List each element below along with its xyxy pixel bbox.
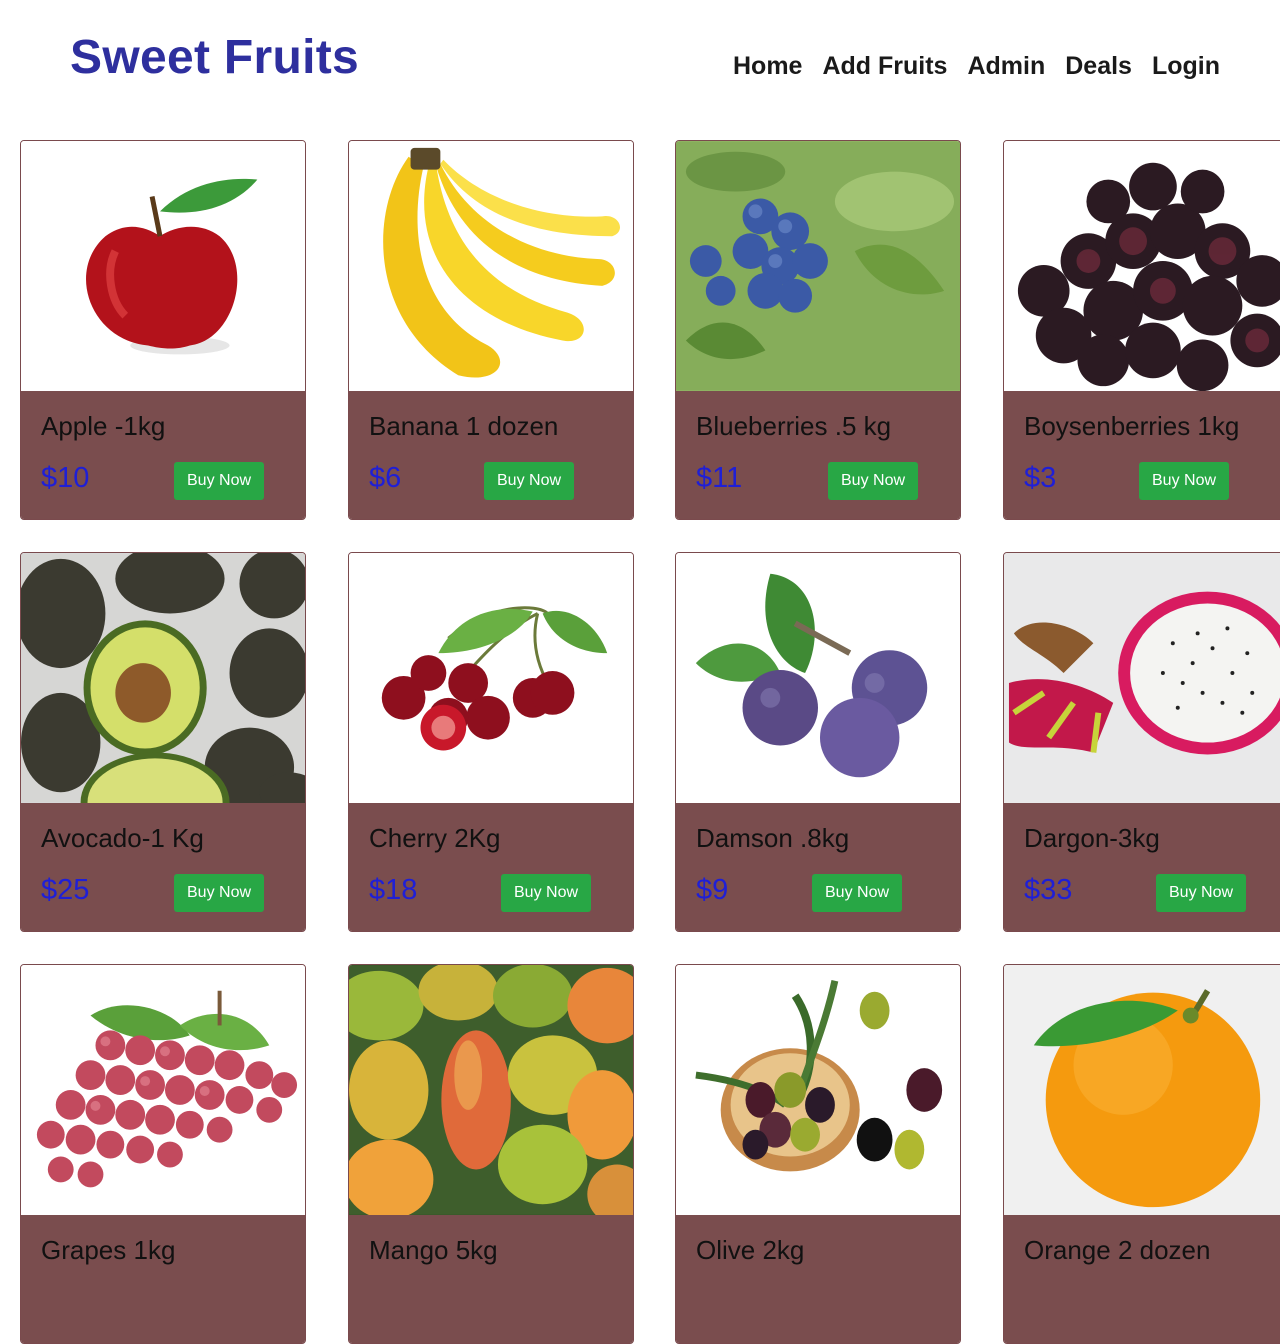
mango-image: [349, 965, 633, 1215]
damson-image: [676, 553, 960, 803]
product-card-mango: Mango 5kg: [348, 964, 634, 1344]
buy-now-button[interactable]: Buy Now: [828, 462, 919, 500]
buy-now-button[interactable]: Buy Now: [501, 874, 592, 912]
card-info: Blueberries .5 kg $11 Buy Now: [676, 391, 960, 519]
buy-now-button[interactable]: Buy Now: [812, 874, 903, 912]
orange-image: [1004, 965, 1280, 1215]
product-card-orange: Orange 2 dozen: [1003, 964, 1280, 1344]
card-info: Boysenberries 1kg $3 Buy Now: [1004, 391, 1280, 519]
product-price: $11: [696, 462, 743, 494]
card-info: Dargon-3kg $33 Buy Now: [1004, 803, 1280, 931]
nav-admin[interactable]: Admin: [967, 52, 1045, 81]
product-card-olive: Olive 2kg: [675, 964, 961, 1344]
banana-image: [349, 141, 633, 391]
product-name: Boysenberries 1kg: [1024, 411, 1240, 441]
product-card-dragonfruit: Dargon-3kg $33 Buy Now: [1003, 552, 1280, 932]
product-name: Dargon-3kg: [1024, 823, 1160, 853]
card-info: Banana 1 dozen $6 Buy Now: [349, 391, 633, 519]
buy-now-button[interactable]: Buy Now: [1156, 874, 1247, 912]
avocado-image: [21, 553, 305, 803]
nav-home[interactable]: Home: [733, 52, 802, 81]
product-price: $3: [1024, 462, 1057, 494]
brand-logo[interactable]: Sweet Fruits: [70, 30, 359, 85]
buy-now-button[interactable]: Buy Now: [174, 462, 265, 500]
card-info: Avocado-1 Kg $25 Buy Now: [21, 803, 305, 931]
product-card-cherry: Cherry 2Kg $18 Buy Now: [348, 552, 634, 932]
nav-deals[interactable]: Deals: [1065, 52, 1132, 81]
buy-now-button[interactable]: Buy Now: [1139, 462, 1230, 500]
product-price: $10: [41, 462, 90, 494]
dragonfruit-image: [1004, 553, 1280, 803]
product-card-blueberries: Blueberries .5 kg $11 Buy Now: [675, 140, 961, 520]
blueberries-image: [676, 141, 960, 391]
buy-now-button[interactable]: Buy Now: [174, 874, 265, 912]
main-nav: Home Add Fruits Admin Deals Login: [733, 52, 1220, 81]
buy-now-button[interactable]: Buy Now: [484, 462, 575, 500]
product-name: Banana 1 dozen: [369, 411, 559, 441]
product-name: Olive 2kg: [696, 1235, 805, 1265]
product-card-avocado: Avocado-1 Kg $25 Buy Now: [20, 552, 306, 932]
product-price: $6: [369, 462, 402, 494]
card-info: Damson .8kg $9 Buy Now: [676, 803, 960, 931]
card-info: Apple -1kg $10 Buy Now: [21, 391, 305, 519]
boysenberries-image: [1004, 141, 1280, 391]
card-info: Cherry 2Kg $18 Buy Now: [349, 803, 633, 931]
site-header: Sweet Fruits Home Add Fruits Admin Deals…: [0, 0, 1280, 120]
product-card-banana: Banana 1 dozen $6 Buy Now: [348, 140, 634, 520]
product-name: Blueberries .5 kg: [696, 411, 892, 441]
product-card-grapes: Grapes 1kg: [20, 964, 306, 1344]
nav-add-fruits[interactable]: Add Fruits: [822, 52, 947, 81]
product-price: $18: [369, 874, 418, 906]
product-name: Cherry 2Kg: [369, 823, 501, 853]
product-name: Apple -1kg: [41, 411, 166, 441]
cherry-image: [349, 553, 633, 803]
product-name: Orange 2 dozen: [1024, 1235, 1211, 1265]
product-card-damson: Damson .8kg $9 Buy Now: [675, 552, 961, 932]
product-name: Avocado-1 Kg: [41, 823, 204, 853]
product-name: Grapes 1kg: [41, 1235, 176, 1265]
product-price: $25: [41, 874, 90, 906]
product-name: Mango 5kg: [369, 1235, 498, 1265]
product-card-boysenberries: Boysenberries 1kg $3 Buy Now: [1003, 140, 1280, 520]
apple-image: [21, 141, 305, 391]
product-card-apple: Apple -1kg $10 Buy Now: [20, 140, 306, 520]
nav-login[interactable]: Login: [1152, 52, 1220, 81]
product-name: Damson .8kg: [696, 823, 850, 853]
product-price: $33: [1024, 874, 1073, 906]
product-price: $9: [696, 874, 729, 906]
grapes-image: [21, 965, 305, 1215]
olive-image: [676, 965, 960, 1215]
